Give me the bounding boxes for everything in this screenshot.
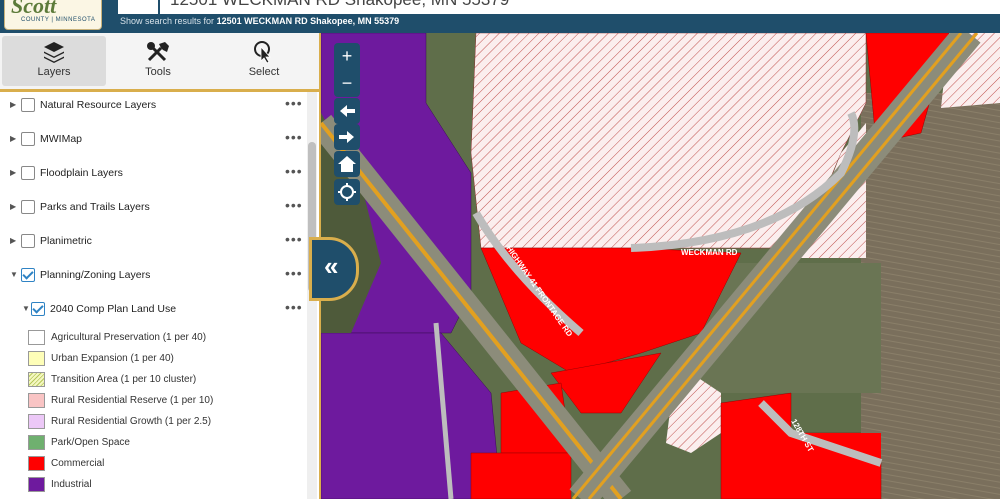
search-hint-prefix: Show search results for: [120, 16, 215, 26]
caret-right-icon[interactable]: ▶: [10, 202, 16, 211]
home-icon: [338, 156, 356, 172]
tab-tools[interactable]: Tools: [106, 36, 210, 86]
layer-item-planimetric[interactable]: ▶ Planimetric •••: [0, 228, 306, 256]
legend-swatch: [28, 477, 45, 492]
more-options-icon[interactable]: •••: [285, 265, 303, 281]
home-button[interactable]: [334, 151, 360, 177]
logo-subtext: COUNTY | MINNESOTA: [21, 17, 96, 23]
legend-swatch: [28, 414, 45, 429]
legend-label: Park/Open Space: [51, 437, 130, 448]
legend-item: Agricultural Preservation (1 per 40): [0, 327, 306, 348]
legend-label: Transition Area (1 per 10 cluster): [51, 374, 197, 385]
layer-label: Parks and Trails Layers: [40, 201, 150, 213]
caret-right-icon[interactable]: ▶: [10, 100, 16, 109]
map-canvas[interactable]: WECKMAN RD HIGHWAY 41 FRONTAGE RD 128TH …: [321, 33, 1000, 499]
layer-label: MWIMap: [40, 133, 82, 145]
caret-right-icon[interactable]: ▶: [10, 134, 16, 143]
layer-list: ▶ Natural Resource Layers ••• ▶ MWIMap •…: [0, 92, 306, 499]
road-label-weckman: WECKMAN RD: [681, 248, 738, 257]
forward-extent-button[interactable]: [334, 124, 360, 150]
caret-right-icon[interactable]: ▶: [10, 236, 16, 245]
tab-layers[interactable]: Layers: [2, 36, 106, 86]
legend-item: Transition Area (1 per 10 cluster): [0, 369, 306, 390]
more-options-icon[interactable]: •••: [285, 129, 303, 145]
search-input[interactable]: 12501 WECKMAN RD Shakopee, MN 55379: [160, 0, 1000, 14]
layer-item-floodplain[interactable]: ▶ Floodplain Layers •••: [0, 160, 306, 188]
layers-icon: [44, 42, 64, 63]
map-view[interactable]: WECKMAN RD HIGHWAY 41 FRONTAGE RD 128TH …: [321, 33, 1000, 499]
legend-item: Industrial: [0, 474, 306, 495]
zoom-out-button[interactable]: −: [334, 70, 360, 97]
legend-item: Urban Expansion (1 per 40): [0, 348, 306, 369]
more-options-icon[interactable]: •••: [285, 95, 303, 111]
legend-swatch: [28, 372, 45, 387]
tab-tools-label: Tools: [145, 66, 171, 78]
legend-label: Rural Residential Reserve (1 per 10): [51, 395, 214, 406]
more-options-icon[interactable]: •••: [285, 197, 303, 213]
search-input-value: 12501 WECKMAN RD Shakopee, MN 55379: [170, 0, 509, 10]
legend-item: Commercial: [0, 453, 306, 474]
layer-checkbox[interactable]: [21, 132, 35, 146]
locate-icon: [338, 183, 356, 201]
layer-label: Planimetric: [40, 235, 92, 247]
layer-item-parks-trails[interactable]: ▶ Parks and Trails Layers •••: [0, 194, 306, 222]
sublayer-checkbox-checked[interactable]: [31, 302, 45, 316]
more-options-icon[interactable]: •••: [285, 231, 303, 247]
back-arrow-icon: [340, 105, 355, 117]
tab-select-label: Select: [248, 66, 280, 78]
more-options-icon[interactable]: •••: [285, 163, 303, 179]
tab-select[interactable]: Select: [212, 36, 316, 86]
more-options-icon[interactable]: •••: [285, 299, 303, 315]
layer-item-mwimap[interactable]: ▶ MWIMap •••: [0, 126, 306, 154]
caret-down-icon[interactable]: ▼: [22, 304, 30, 313]
layer-checkbox[interactable]: [21, 200, 35, 214]
back-extent-button[interactable]: [334, 98, 360, 124]
double-chevron-left-icon: «: [324, 251, 339, 281]
legend-swatch: [28, 456, 45, 471]
app-header: Scott COUNTY | MINNESOTA 12501 WECKMAN R…: [0, 0, 1000, 33]
legend-item: Park/Open Space: [0, 432, 306, 453]
scott-county-logo[interactable]: Scott COUNTY | MINNESOTA: [4, 0, 102, 30]
legend-label: Agricultural Preservation (1 per 40): [51, 332, 207, 343]
sublayer-item-2040-comp-plan[interactable]: ▼ 2040 Comp Plan Land Use •••: [0, 296, 306, 324]
layer-checkbox-checked[interactable]: [21, 268, 35, 282]
layer-label: Natural Resource Layers: [40, 99, 157, 111]
sublayer-label: 2040 Comp Plan Land Use: [50, 303, 177, 315]
caret-down-icon[interactable]: ▼: [10, 270, 18, 279]
legend-label: Industrial: [51, 479, 92, 490]
legend-item: Rural Residential Growth (1 per 2.5): [0, 411, 306, 432]
layer-label: Floodplain Layers: [40, 167, 123, 179]
zoom-control: + −: [334, 43, 360, 97]
layer-item-natural-resource[interactable]: ▶ Natural Resource Layers •••: [0, 92, 306, 120]
legend-swatch: [28, 351, 45, 366]
layer-checkbox[interactable]: [21, 166, 35, 180]
legend-swatch: [28, 393, 45, 408]
caret-right-icon[interactable]: ▶: [10, 168, 16, 177]
legend-swatch: [28, 435, 45, 450]
legend-item: Rural Residential Reserve (1 per 10): [0, 390, 306, 411]
search-hint-address: 12501 WECKMAN RD Shakopee, MN 55379: [216, 16, 400, 26]
search-hint[interactable]: Show search results for 12501 WECKMAN RD…: [120, 16, 399, 26]
forward-arrow-icon: [339, 131, 354, 143]
tools-icon: [147, 42, 169, 62]
zoom-in-button[interactable]: +: [334, 43, 360, 70]
logo-text: Scott: [11, 0, 57, 18]
legend-label: Urban Expansion (1 per 40): [51, 353, 174, 364]
legend-swatch: [28, 330, 45, 345]
tab-layers-label: Layers: [37, 66, 71, 78]
select-cursor-icon: [254, 41, 271, 64]
legend-label: Commercial: [51, 458, 105, 469]
search-option-button[interactable]: [118, 0, 158, 14]
layer-checkbox[interactable]: [21, 234, 35, 248]
layer-checkbox[interactable]: [21, 98, 35, 112]
panel-tabs: Layers Tools Select: [0, 33, 319, 92]
layer-label: Planning/Zoning Layers: [40, 269, 151, 281]
side-panel: Layers Tools Select ▶ Natural Resource L…: [0, 33, 321, 499]
legend-label: Rural Residential Growth (1 per 2.5): [51, 416, 212, 427]
layer-item-planning-zoning[interactable]: ▼ Planning/Zoning Layers •••: [0, 262, 306, 290]
locate-button[interactable]: [334, 179, 360, 205]
